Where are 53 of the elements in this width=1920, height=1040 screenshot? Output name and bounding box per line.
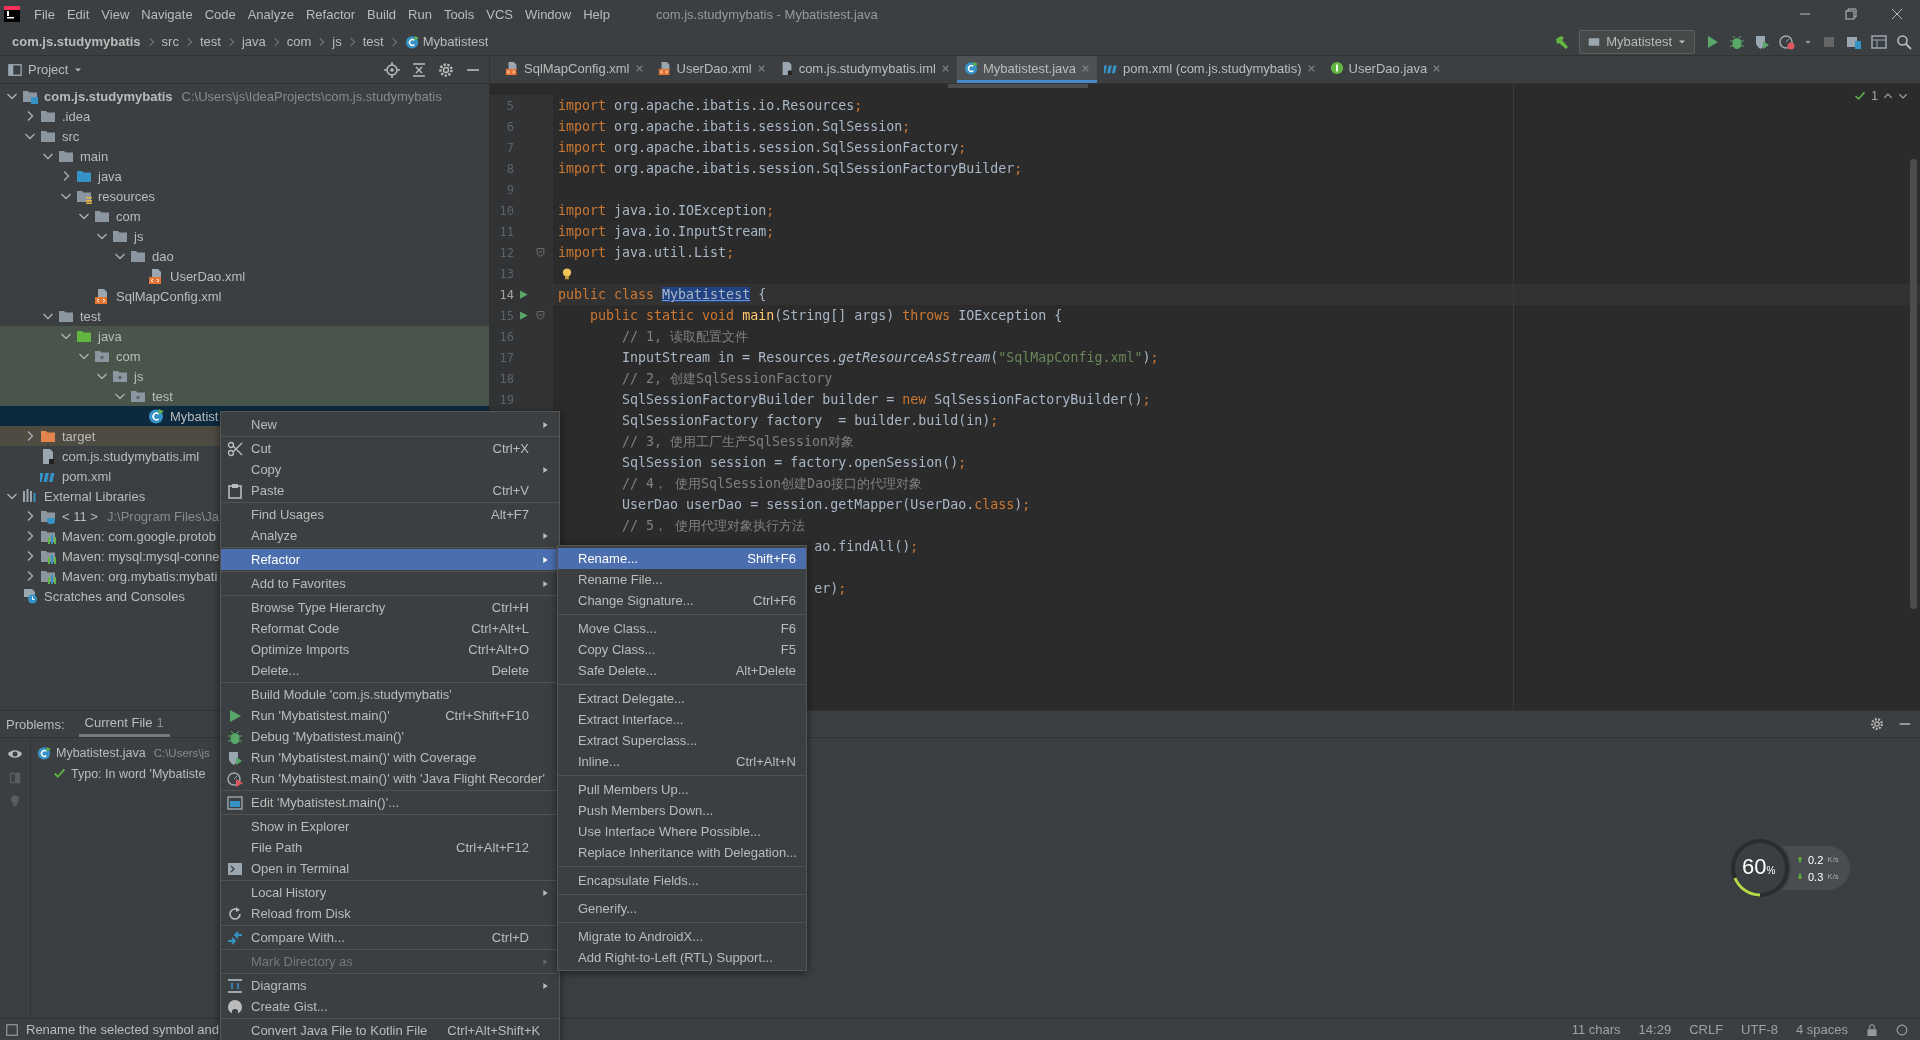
path-text: C:\Users\js <box>153 746 210 759</box>
code-line: er); <box>813 581 847 596</box>
percent-sign: % <box>1766 865 1776 876</box>
speed-unit: K/s <box>1827 872 1839 881</box>
shortcut-label: F6 <box>780 621 796 636</box>
code-line: import java.io.IOException; <box>558 203 775 218</box>
shortcut-label: Ctrl+Alt+O <box>468 642 529 657</box>
code-line: import java.io.InputStream; <box>558 224 775 239</box>
code-line: SqlSessionFactoryBuilder builder = new SqlSessionFactoryBuilder(); <box>621 392 1151 407</box>
code-line: SqlSession session = factory.openSession(); <box>621 455 967 470</box>
code-line: public class Mybatistest { <box>558 287 767 302</box>
code-line: SqlSessionFactory factory = builder.build(in); <box>621 413 999 428</box>
path-text: C:\Users\js\IdeaProjects\com.js.studymybatis <box>181 88 442 104</box>
code-line: // 3, 使用工厂生产SqlSession对象 <box>621 432 855 451</box>
code-line: import java.util.List; <box>558 245 735 260</box>
shortcut-label: Ctrl+F6 <box>753 593 796 608</box>
shortcut-label: Delete <box>491 663 529 678</box>
window-title: com.js.studymybatis - Mybatistest.java <box>655 6 878 22</box>
code-line: import org.apache.ibatis.session.SqlSessionFactoryBuilder; <box>558 161 1023 176</box>
speed-value: 0.2 <box>1808 853 1824 866</box>
shortcut-label: Ctrl+H <box>491 600 529 615</box>
line-number: 14 <box>498 287 514 302</box>
shortcut-label: Ctrl+Alt+Shift+K <box>447 1023 541 1038</box>
shortcut-label: Ctrl+Alt+N <box>736 754 796 769</box>
shortcut-label: Ctrl+X <box>492 441 529 456</box>
speed-value: 0.3 <box>1808 870 1824 883</box>
shortcut-label: Shift+F6 <box>747 551 796 566</box>
code-line: import org.apache.ibatis.session.SqlSessionFactory; <box>558 140 967 155</box>
inspection-count: 1 <box>1871 89 1878 103</box>
shortcut-label: Ctrl+Alt+F12 <box>456 840 529 855</box>
speed-unit: K/s <box>1827 855 1839 864</box>
code-line: // 4， 使用SqlSession创建Dao接口的代理对象 <box>621 474 923 493</box>
path-text: J:\Program Files\Ja <box>106 508 219 524</box>
code-line: // 2, 创建SqlSessionFactory <box>621 369 833 388</box>
count-label: 1 <box>156 715 164 730</box>
code-line: import org.apache.ibatis.session.SqlSession; <box>558 119 911 134</box>
panel-title: Problems: <box>6 716 65 732</box>
shortcut-label: F5 <box>780 642 796 657</box>
shortcut-label: Ctrl+Alt+L <box>471 621 529 636</box>
code-line: InputStream in = Resources.getResourceAsStream("SqlMapConfig.xml"); <box>621 350 1159 365</box>
code-line: // 5， 使用代理对象执行方法 <box>621 516 806 535</box>
shortcut-label: Ctrl+D <box>491 930 529 945</box>
shortcut-label: Ctrl+V <box>492 483 529 498</box>
shortcut-label: Alt+Delete <box>735 663 796 678</box>
shortcut-label: Alt+F7 <box>491 507 529 522</box>
code-line: UserDao userDao = session.getMapper(UserDao.class); <box>621 497 1031 512</box>
code-line: import org.apache.ibatis.io.Resources; <box>558 98 863 113</box>
code-line: ao.findAll(); <box>813 539 919 554</box>
code-line: // 1, 读取配置文件 <box>621 327 749 346</box>
code-line: public static void main(String[] args) throws IOException { <box>589 308 1063 323</box>
usage-percent: 60 <box>1742 854 1767 880</box>
shortcut-label: Ctrl+Shift+F10 <box>445 708 529 723</box>
status-message: Rename the selected symbol and <box>26 1022 219 1037</box>
